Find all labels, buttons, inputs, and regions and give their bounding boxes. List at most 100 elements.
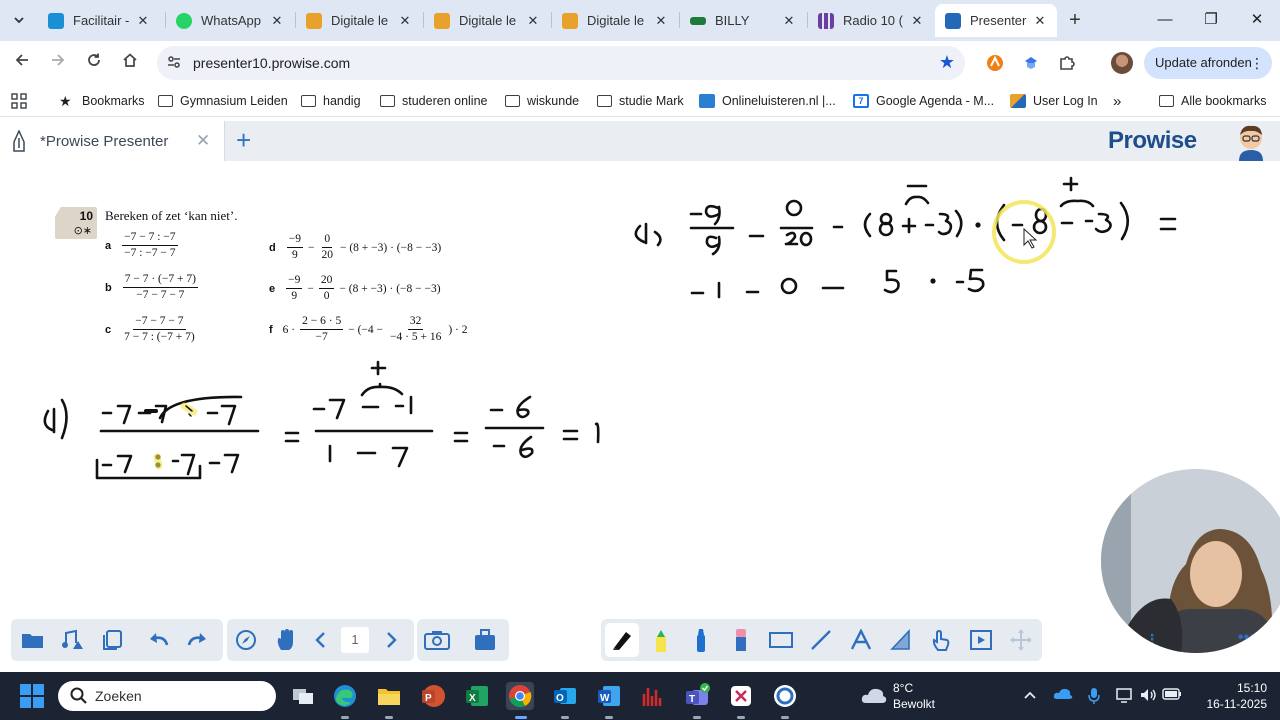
- tray-chevron-up-icon[interactable]: [1021, 687, 1039, 705]
- bookmark-folder-gymnasium[interactable]: Gymnasium Leiden: [158, 92, 288, 110]
- webcam-info-icon[interactable]: ⋮: [1145, 631, 1159, 648]
- tab-close-icon[interactable]: ✕: [268, 13, 286, 29]
- webcam-more-icon[interactable]: •••: [1238, 629, 1255, 647]
- move-tool-button[interactable]: [1007, 626, 1035, 654]
- bookmark-item-bookmarks[interactable]: ★ Bookmarks: [59, 92, 145, 110]
- presenter-document-tab[interactable]: *Prowise Presenter ✕: [0, 121, 225, 161]
- bookmark-user-login[interactable]: User Log In: [1010, 92, 1098, 110]
- bookmark-folder-wiskunde[interactable]: wiskunde: [505, 92, 579, 110]
- teams-icon[interactable]: T: [683, 682, 711, 710]
- task-view-icon[interactable]: [289, 682, 317, 710]
- rectangle-tool-button[interactable]: [767, 626, 795, 654]
- windows-start-button[interactable]: [20, 684, 44, 708]
- all-bookmarks-button[interactable]: Alle bookmarks: [1159, 92, 1266, 110]
- tab-close-icon[interactable]: ✕: [652, 13, 670, 29]
- prowise-app-icon[interactable]: [771, 682, 799, 710]
- word-icon[interactable]: W: [595, 682, 623, 710]
- compass-button[interactable]: [232, 626, 260, 654]
- screenshot-button[interactable]: [423, 626, 451, 654]
- edge-browser-icon[interactable]: [331, 682, 359, 710]
- url-text[interactable]: presenter10.prowise.com: [193, 55, 350, 71]
- stats-app-icon[interactable]: [639, 682, 667, 710]
- hand-pan-button[interactable]: [272, 626, 300, 654]
- file-explorer-icon[interactable]: [375, 682, 403, 710]
- powerpoint-icon[interactable]: P: [419, 682, 447, 710]
- puzzle-extensions-icon[interactable]: [1057, 53, 1077, 73]
- touch-tool-button[interactable]: [927, 626, 955, 654]
- apps-button[interactable]: [11, 92, 27, 110]
- highlighter-tool-button[interactable]: [647, 626, 675, 654]
- bookmark-folder-studeren[interactable]: studeren online: [380, 92, 487, 110]
- home-button[interactable]: [118, 51, 142, 75]
- volume-icon[interactable]: [1139, 687, 1157, 705]
- eraser-tool-button[interactable]: [727, 626, 755, 654]
- avast-extension-icon[interactable]: [985, 53, 1005, 73]
- browser-tab-digitale-2[interactable]: Digitale le ✕: [424, 4, 550, 37]
- compass-icon: [236, 630, 256, 650]
- reload-button[interactable]: [82, 51, 106, 75]
- onedrive-icon[interactable]: [1053, 687, 1073, 705]
- bookmark-folder-studie-mark[interactable]: studie Mark: [597, 92, 684, 110]
- redo-button[interactable]: [183, 626, 211, 654]
- tools-button[interactable]: [471, 626, 499, 654]
- site-info-icon[interactable]: [165, 54, 183, 72]
- bookmark-folder-handig[interactable]: handig: [301, 92, 361, 110]
- profile-avatar[interactable]: [1111, 52, 1133, 74]
- taskbar-search[interactable]: Zoeken: [58, 681, 276, 711]
- tab-search-button[interactable]: [8, 9, 30, 31]
- browser-tab-whatsapp[interactable]: WhatsApp ✕: [166, 4, 294, 37]
- folder-icon: [380, 95, 395, 107]
- tab-close-icon[interactable]: ✕: [396, 13, 414, 29]
- close-window-button[interactable]: ✕: [1242, 8, 1272, 32]
- browser-tab-presenter[interactable]: Presenter ✕: [935, 4, 1057, 37]
- browser-tab-billy[interactable]: BILLY ✕: [680, 4, 806, 37]
- address-bar[interactable]: presenter10.prowise.com ★: [157, 46, 965, 80]
- line-tool-button[interactable]: [807, 626, 835, 654]
- network-icon[interactable]: [1116, 687, 1134, 705]
- close-icon[interactable]: ✕: [196, 131, 210, 151]
- open-folder-button[interactable]: [19, 626, 47, 654]
- more-vertical-icon[interactable]: ⋮: [1250, 47, 1264, 79]
- bookmark-google-agenda[interactable]: 7 Google Agenda - M...: [853, 92, 994, 110]
- browser-tab-radio10[interactable]: Radio 10 ( ✕: [808, 4, 934, 37]
- excel-icon[interactable]: X: [463, 682, 491, 710]
- minimize-button[interactable]: —: [1150, 8, 1180, 32]
- geometry-tool-button[interactable]: [887, 626, 915, 654]
- next-page-button[interactable]: [377, 626, 405, 654]
- bookmark-onlineluisteren[interactable]: Onlineluisteren.nl |...: [699, 92, 836, 110]
- bookmark-label: handig: [323, 94, 361, 108]
- pen-tool-button[interactable]: [605, 623, 639, 657]
- browser-tab-digitale-3[interactable]: Digitale le ✕: [552, 4, 678, 37]
- chrome-icon[interactable]: [506, 682, 534, 710]
- new-tab-button[interactable]: +: [1065, 10, 1085, 30]
- add-page-button[interactable]: +: [236, 127, 251, 153]
- snipping-tool-icon[interactable]: [727, 682, 755, 710]
- browser-tab-digitale-1[interactable]: Digitale le ✕: [296, 4, 422, 37]
- restore-button[interactable]: ❐: [1196, 8, 1226, 32]
- text-tool-button[interactable]: [847, 626, 875, 654]
- tab-close-icon[interactable]: ✕: [524, 13, 542, 29]
- tab-close-icon[interactable]: ✕: [908, 13, 926, 29]
- tab-close-icon[interactable]: ✕: [134, 13, 152, 29]
- microphone-icon[interactable]: [1085, 687, 1103, 705]
- tab-close-icon[interactable]: ✕: [1031, 13, 1049, 29]
- bookmark-star-icon[interactable]: ★: [939, 52, 955, 73]
- tab-close-icon[interactable]: ✕: [780, 13, 798, 29]
- bookmark-label: Bookmarks: [82, 94, 145, 108]
- extension-icon[interactable]: [1021, 53, 1041, 73]
- colour-pen-button[interactable]: [687, 626, 715, 654]
- previous-page-button[interactable]: [307, 626, 335, 654]
- back-button[interactable]: [10, 51, 34, 75]
- battery-icon[interactable]: [1162, 687, 1181, 705]
- undo-button[interactable]: [145, 626, 173, 654]
- page-number-field[interactable]: 1: [341, 627, 369, 653]
- media-button[interactable]: [59, 626, 87, 654]
- bookmarks-overflow-button[interactable]: »: [1113, 92, 1121, 110]
- pages-button[interactable]: [99, 626, 127, 654]
- browser-tab-facilitair[interactable]: Facilitair - ✕: [38, 4, 160, 37]
- outlook-icon[interactable]: O: [551, 682, 579, 710]
- forward-button[interactable]: [46, 51, 70, 75]
- update-button[interactable]: Update afronden ⋮: [1144, 47, 1272, 79]
- taskbar-clock[interactable]: 15:10 16-11-2025: [1195, 680, 1268, 712]
- insert-media-button[interactable]: [967, 626, 995, 654]
